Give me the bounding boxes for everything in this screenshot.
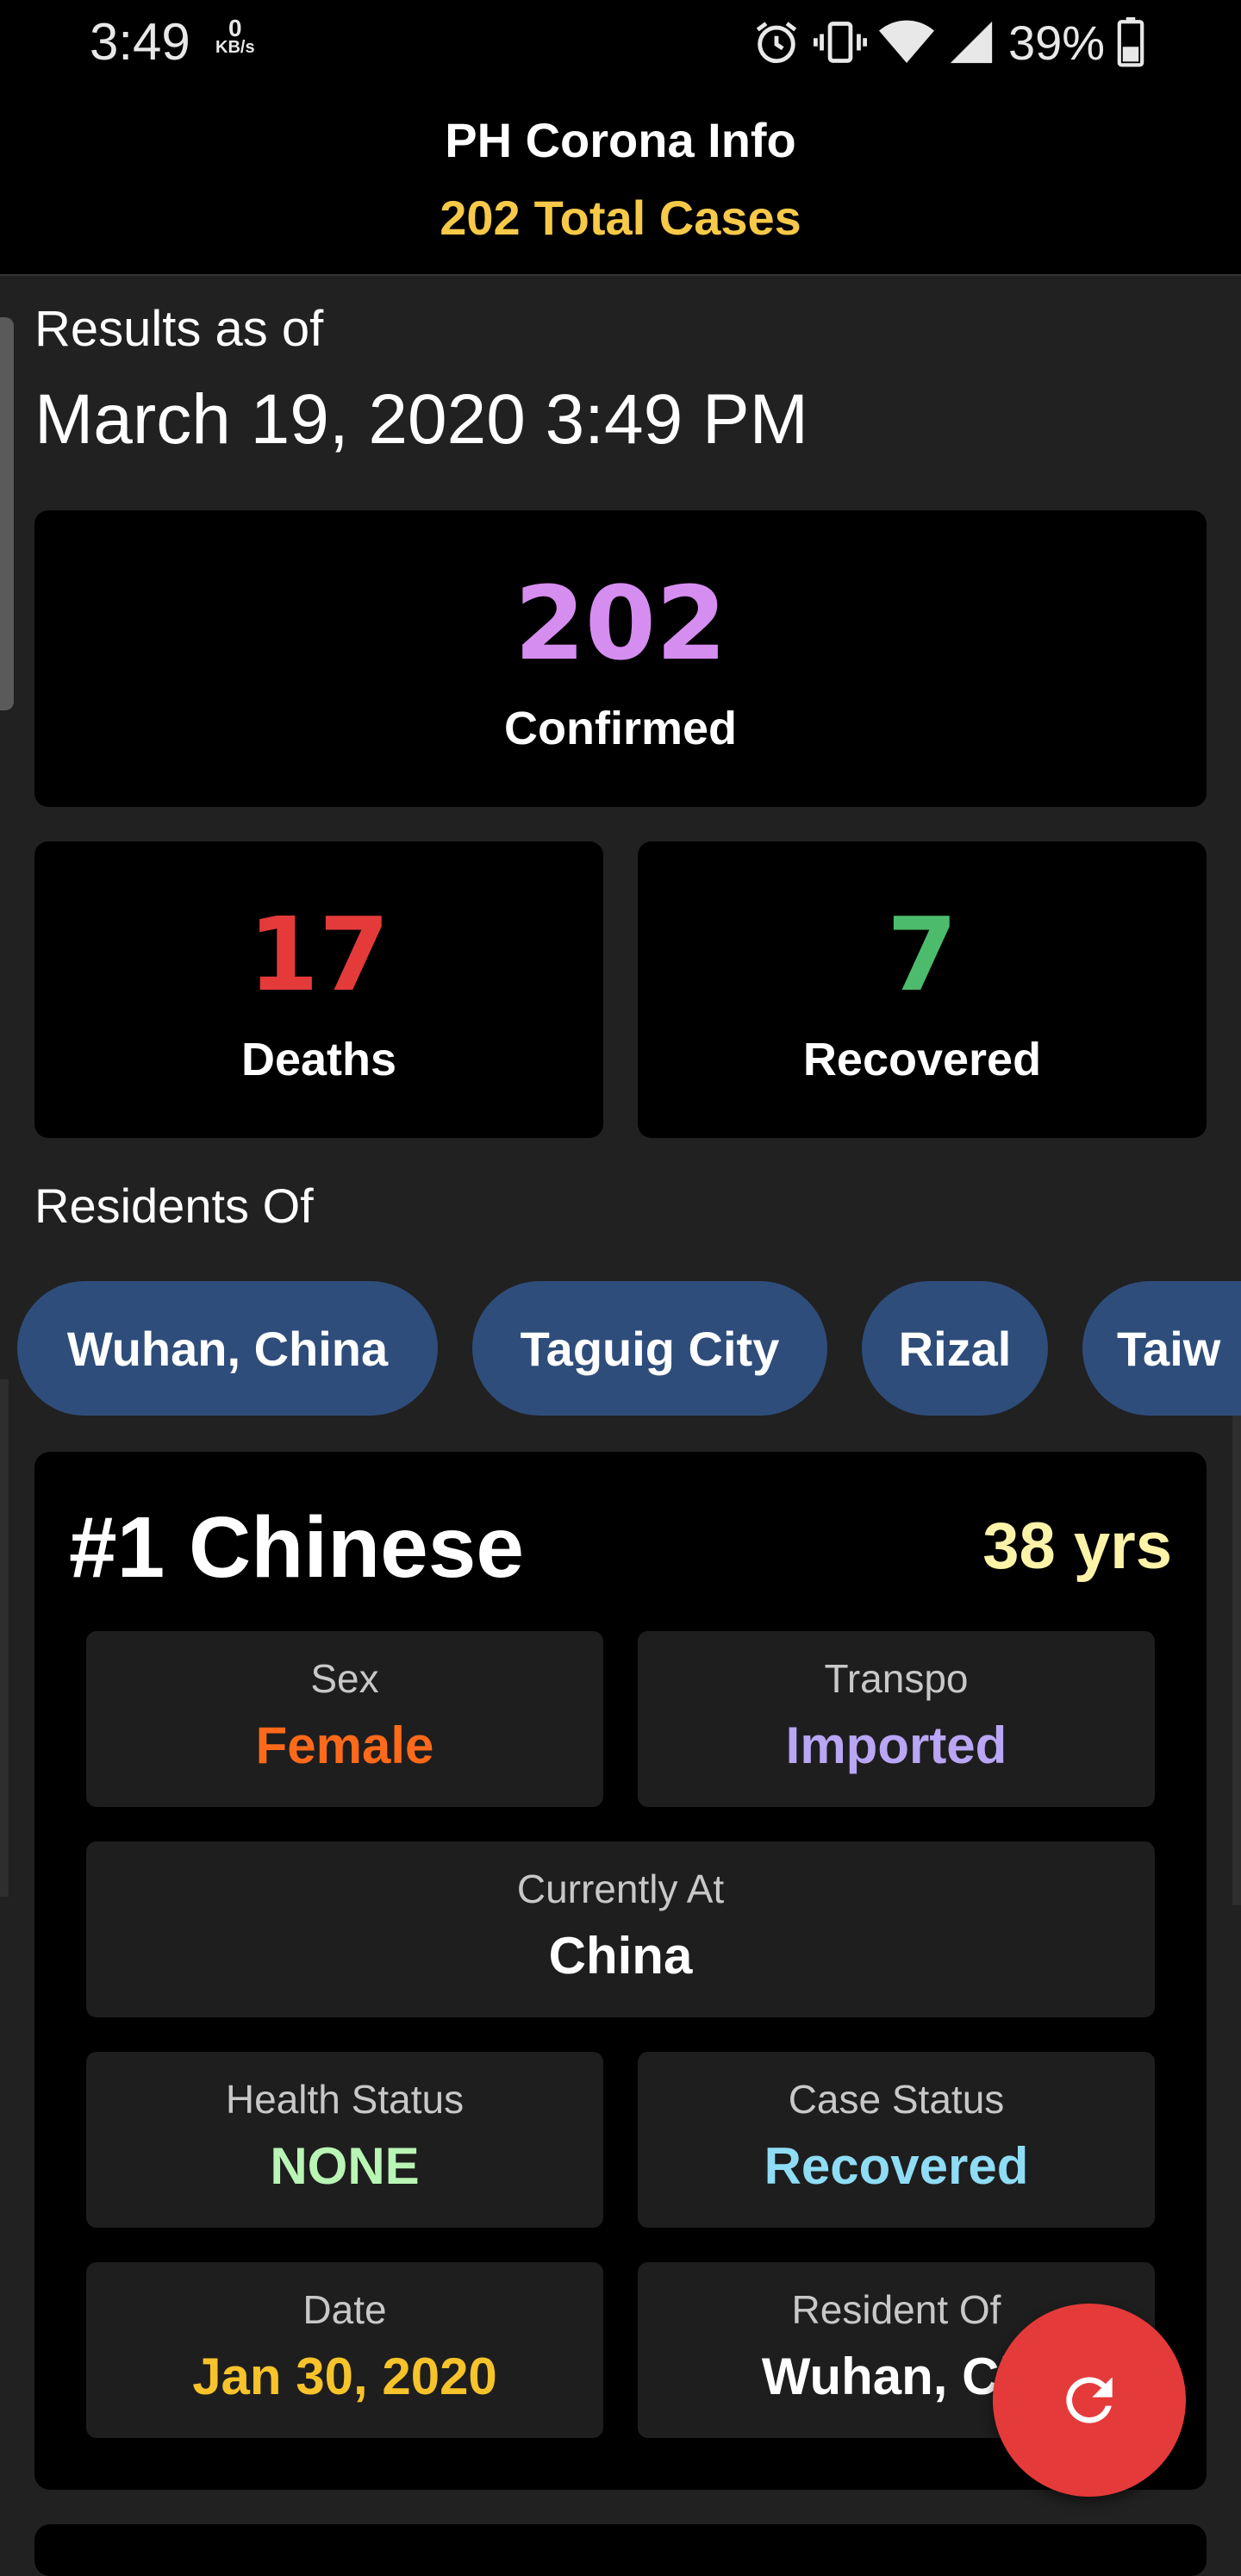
results-as-of-label: Results as of [34,301,324,357]
recovered-count: 7 [886,895,958,1014]
field-transpo: Transpo Imported [638,1631,1155,1807]
field-currently-at: Currently At China [86,1841,1155,2017]
field-sex: Sex Female [86,1631,603,1807]
confirmed-label: Confirmed [504,703,737,754]
recovered-card: 7 Recovered [638,841,1207,1138]
field-transpo-value: Imported [785,1716,1007,1774]
deaths-count: 17 [247,895,390,1014]
next-case-card [34,2524,1207,2576]
field-sex-label: Sex [310,1656,379,1701]
field-health-status-value: NONE [270,2137,420,2195]
scrollbar-thumb[interactable] [0,317,14,710]
field-transpo-label: Transpo [824,1656,969,1701]
case-title: #1 Chinese [69,1499,525,1596]
refresh-icon [1066,2377,1113,2423]
battery-icon [1117,17,1144,67]
scroll-track-right [1232,1371,1241,1905]
total-cases-label: Total Cases [533,191,801,245]
net-speed: 0 KB/s [215,15,255,58]
alarm-icon [756,22,797,64]
app-title: PH Corona Info [445,113,796,167]
app-bar: PH Corona Info 202 Total Cases [0,86,1241,276]
signal-icon [950,21,993,64]
recovered-label: Recovered [802,1034,1042,1085]
total-cases-count: 202 [440,191,521,245]
refresh-button[interactable] [993,2304,1186,2497]
field-date: Date Jan 30, 2020 [86,2262,603,2438]
field-health-status: Health Status NONE [86,2052,603,2228]
deaths-label: Deaths [240,1034,397,1085]
confirmed-count: 202 [514,564,727,683]
wifi-icon [879,20,934,64]
field-currently-at-value: China [548,1927,693,1985]
vibrate-icon [814,22,867,63]
net-speed-unit: KB/s [215,38,255,57]
field-date-value: Jan 30, 2020 [192,2348,497,2405]
chip-wuhan-china[interactable]: Wuhan, China [17,1281,438,1416]
field-health-status-label: Health Status [225,2077,465,2122]
field-case-status-label: Case Status [788,2077,1005,2122]
field-sex-value: Female [255,1716,434,1774]
status-icons: 39% [751,12,1144,72]
case-age: 38 yrs [982,1510,1172,1583]
confirmed-card: 202 Confirmed [34,510,1207,807]
field-currently-at-label: Currently At [516,1866,725,1911]
deaths-card: 17 Deaths [34,841,603,1138]
scroll-track-left [0,1379,9,1897]
chip-taguig-city[interactable]: Taguig City [472,1281,827,1416]
results-date: March 19, 2020 3:49 PM [34,380,808,459]
field-case-status: Case Status Recovered [638,2052,1155,2228]
net-speed-value: 0 [228,15,242,41]
status-time: 3:49 [90,13,190,71]
field-case-status-value: Recovered [764,2137,1029,2195]
chip-rizal[interactable]: Rizal [862,1281,1048,1416]
field-date-label: Date [302,2287,387,2332]
battery-percent: 39% [1008,15,1106,70]
status-bar: 3:49 0 KB/s 39% [0,0,1241,86]
residents-of-label: Residents Of [34,1179,314,1233]
total-cases-heading: 202 Total Cases [0,190,1241,246]
chip-taiwan[interactable]: Taiw [1082,1281,1241,1416]
